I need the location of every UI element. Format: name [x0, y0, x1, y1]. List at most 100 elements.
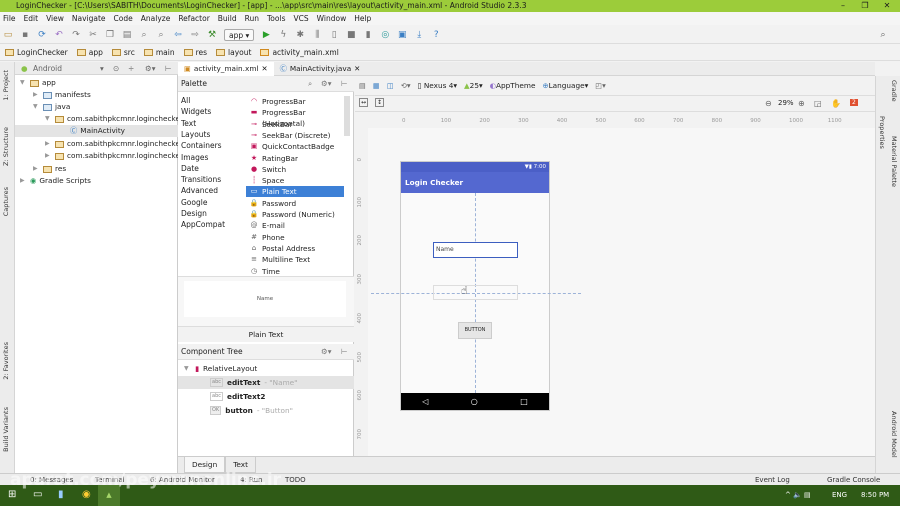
- palette-item[interactable]: ⊸ SeekBar: [246, 119, 344, 130]
- menu-analyze[interactable]: Analyze: [141, 12, 171, 25]
- chrome-icon[interactable]: ◉: [82, 489, 91, 500]
- tool-tab-gradle[interactable]: Gradle: [890, 80, 898, 102]
- palette-item[interactable]: ┆ Space: [246, 175, 344, 186]
- undo-icon[interactable]: ↶: [54, 30, 64, 40]
- menu-view[interactable]: View: [46, 12, 64, 25]
- zoom-in-icon[interactable]: ⊕: [798, 99, 805, 108]
- menu-tools[interactable]: Tools: [267, 12, 285, 25]
- palette-category[interactable]: Design: [181, 209, 207, 218]
- both-view-icon[interactable]: ◫: [387, 81, 394, 90]
- open-icon[interactable]: ▭: [3, 30, 13, 40]
- warnings-badge[interactable]: 2: [850, 99, 858, 106]
- target-icon[interactable]: ⊙: [113, 62, 119, 75]
- tree-item-button[interactable]: OK button - "Button": [210, 404, 293, 417]
- api-select[interactable]: ▲25▾: [464, 81, 483, 90]
- blueprint-view-icon[interactable]: ▦: [373, 81, 380, 90]
- language-select[interactable]: ⊕Language▾: [542, 81, 588, 90]
- palette-category[interactable]: Date: [181, 164, 199, 173]
- breadcrumb-item[interactable]: activity_main.xml: [260, 48, 339, 57]
- tree-item-app[interactable]: ▼ app: [20, 77, 56, 89]
- windows-start-icon[interactable]: ⊞: [8, 489, 16, 500]
- run-config-select[interactable]: app ▾: [224, 28, 255, 41]
- gear-icon[interactable]: ⚙▾: [321, 76, 332, 92]
- tool-tab-build-variants[interactable]: Build Variants: [2, 407, 10, 452]
- scrollbar[interactable]: [344, 96, 350, 136]
- gear-icon[interactable]: ⚙▾: [145, 62, 156, 75]
- hide-icon[interactable]: ⊢: [165, 62, 172, 75]
- tab-activity-main-xml[interactable]: ▣ activity_main.xml ✕: [178, 62, 274, 76]
- palette-category[interactable]: Widgets: [181, 107, 211, 116]
- palette-item[interactable]: ● Switch: [246, 164, 344, 175]
- menu-window[interactable]: Window: [317, 12, 347, 25]
- tree-item-package[interactable]: ▶ com.sabithpkcmnr.loginchecker: [45, 138, 183, 150]
- palette-category[interactable]: Text: [181, 119, 196, 128]
- palette-item[interactable]: ▬ ProgressBar (Horizontal): [246, 107, 344, 128]
- paste-icon[interactable]: ▤: [122, 30, 132, 40]
- menu-run[interactable]: Run: [245, 12, 259, 25]
- expand-vertical-icon[interactable]: ↕: [375, 98, 385, 107]
- sdk-manager-icon[interactable]: ⤓: [414, 30, 424, 40]
- tree-item-edittext2[interactable]: abc editText2: [210, 390, 265, 403]
- palette-category[interactable]: Google: [181, 198, 207, 207]
- tree-item-java[interactable]: ▼ java: [33, 101, 70, 113]
- palette-item[interactable]: ⌂ Postal Address: [246, 243, 344, 254]
- help-icon[interactable]: ?: [431, 30, 441, 40]
- tree-item-package[interactable]: ▼ com.sabithpkcmnr.loginchecker: [45, 113, 183, 125]
- menu-file[interactable]: File: [3, 12, 16, 25]
- project-structure-icon[interactable]: ▣: [397, 30, 407, 40]
- profile-icon[interactable]: ⫼: [312, 30, 322, 40]
- palette-category[interactable]: All: [181, 96, 190, 105]
- design-view-icon[interactable]: ▤: [359, 81, 366, 90]
- palette-item[interactable]: ▭ Plain Text: [246, 186, 344, 198]
- apply-changes-icon[interactable]: ϟ: [278, 30, 288, 40]
- tree-item-edittext[interactable]: abc editText - "Name": [178, 376, 354, 389]
- palette-item[interactable]: ◷ Time: [246, 266, 344, 277]
- forward-icon[interactable]: ⇨: [190, 30, 200, 40]
- make-icon[interactable]: ⚒: [207, 30, 217, 40]
- stop-icon[interactable]: ■: [346, 30, 356, 40]
- project-view-select[interactable]: ● Android ▾ ⊙ ÷ ⚙▾ ⊢: [15, 62, 178, 75]
- palette-category[interactable]: Images: [181, 153, 208, 162]
- language-indicator[interactable]: ENG: [832, 491, 847, 499]
- theme-select[interactable]: ◐AppTheme: [490, 81, 536, 90]
- layout-variants-icon[interactable]: ◰▾: [595, 81, 606, 90]
- edittext-name[interactable]: Name: [433, 242, 518, 258]
- palette-item[interactable]: ⊸ SeekBar (Discrete): [246, 130, 344, 141]
- edittext2[interactable]: [433, 285, 518, 300]
- orientation-icon[interactable]: ⟲▾: [401, 81, 411, 90]
- close-tab-icon[interactable]: ✕: [354, 62, 360, 76]
- palette-item[interactable]: ≡ Multiline Text: [246, 254, 344, 265]
- minimize-button[interactable]: –: [832, 0, 854, 12]
- menu-vcs[interactable]: VCS: [293, 12, 308, 25]
- collapse-icon[interactable]: ÷: [128, 62, 134, 75]
- tray-icons[interactable]: ^ 🔈 ▤: [785, 491, 811, 499]
- maximize-button[interactable]: ❐: [854, 0, 876, 12]
- tool-tab-structure[interactable]: Z: Structure: [2, 127, 10, 166]
- tool-tab-material-palette[interactable]: Material Palette: [890, 136, 898, 187]
- breadcrumb-item[interactable]: LoginChecker: [5, 48, 68, 57]
- menu-navigate[interactable]: Navigate: [72, 12, 106, 25]
- device-select[interactable]: ▯ Nexus 4▾: [418, 81, 458, 90]
- tree-item-mainactivity[interactable]: Ⓒ MainActivity: [15, 125, 178, 137]
- tool-tab-favorites[interactable]: 2: Favorites: [2, 342, 10, 380]
- menu-refactor[interactable]: Refactor: [178, 12, 209, 25]
- tool-tab-captures[interactable]: Captures: [2, 187, 10, 216]
- palette-category[interactable]: Transitions: [181, 175, 221, 184]
- breadcrumb-item[interactable]: layout: [216, 48, 251, 57]
- close-button[interactable]: ✕: [876, 0, 898, 12]
- redo-icon[interactable]: ↷: [71, 30, 81, 40]
- find-icon[interactable]: ⌕: [139, 30, 149, 40]
- palette-item[interactable]: @ E-mail: [246, 220, 344, 231]
- palette-item[interactable]: # Phone: [246, 232, 344, 243]
- palette-item[interactable]: ◠ ProgressBar: [246, 96, 344, 107]
- menu-help[interactable]: Help: [354, 12, 371, 25]
- sync-icon[interactable]: ⟳: [37, 30, 47, 40]
- palette-item[interactable]: 🔒 Password: [246, 198, 344, 209]
- pan-icon[interactable]: ✋: [831, 99, 841, 108]
- zoom-out-icon[interactable]: ⊖: [765, 99, 772, 108]
- hide-icon[interactable]: ⊢: [341, 344, 348, 360]
- menu-build[interactable]: Build: [218, 12, 237, 25]
- hide-icon[interactable]: ⊢: [341, 76, 348, 92]
- gradle-sync-icon[interactable]: ◎: [380, 30, 390, 40]
- replace-icon[interactable]: ⌕: [156, 30, 166, 40]
